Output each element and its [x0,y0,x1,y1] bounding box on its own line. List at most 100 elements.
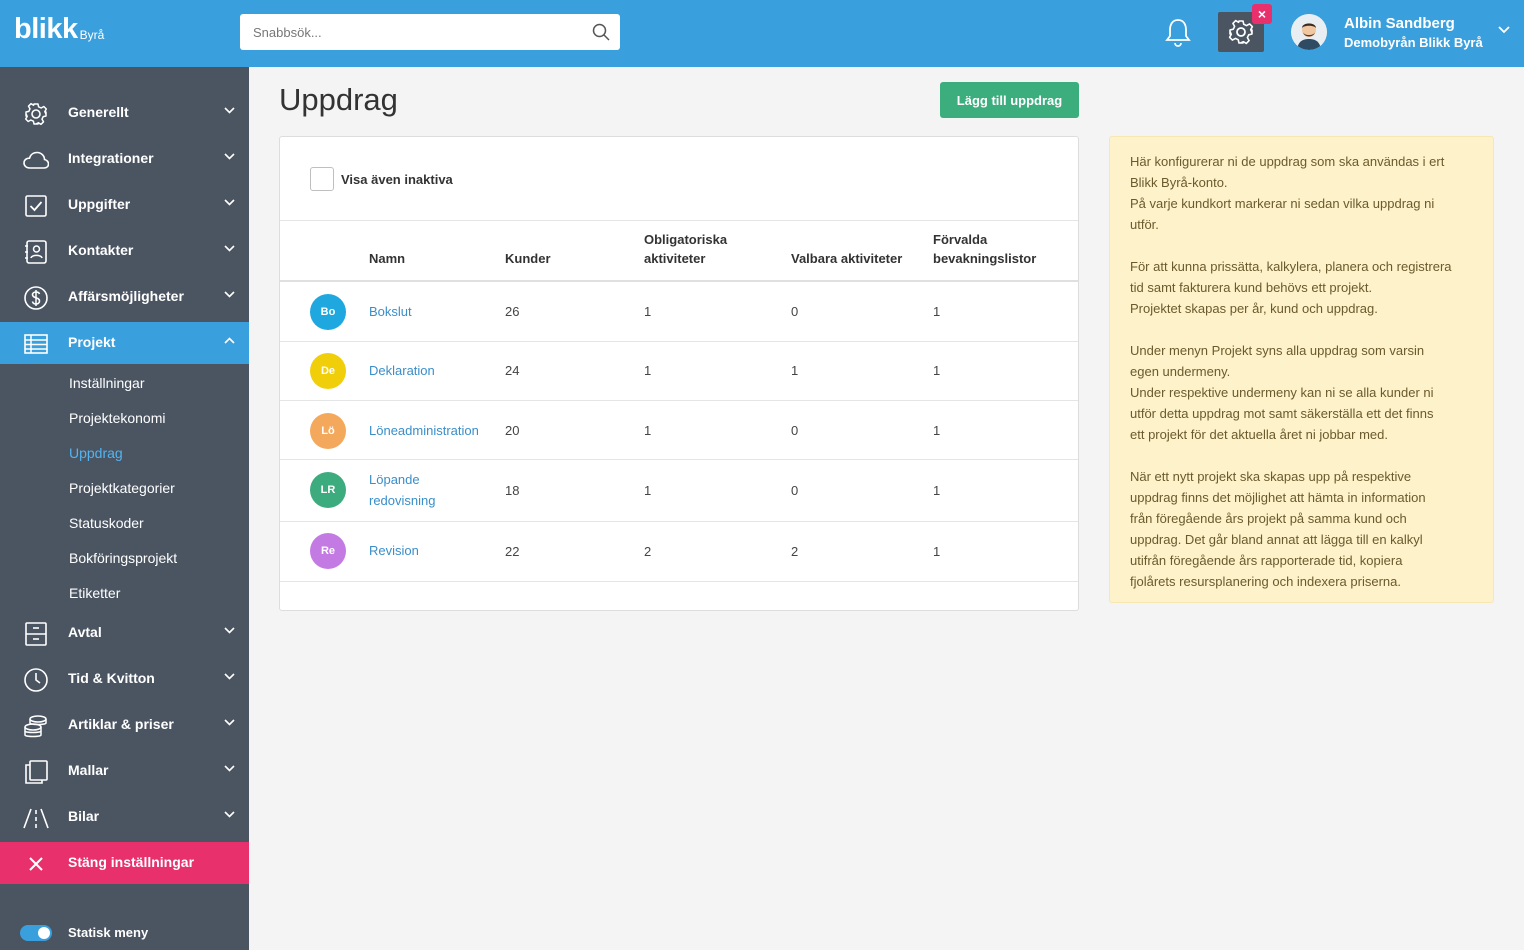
cell-customers: 18 [505,483,520,498]
add-assignment-button[interactable]: Lägg till uppdrag [940,82,1079,118]
info-line: Under menyn Projekt syns alla uppdrag so… [1130,343,1425,358]
chevron-down-icon [224,245,235,252]
chevron-down-icon [224,291,235,298]
clock-icon [24,668,48,692]
subitem-uppdrag[interactable]: Uppdrag [69,445,123,461]
subitem-statuskoder[interactable]: Statuskoder [69,515,144,531]
sidebar-item-label: Generellt [68,104,129,120]
info-line: När ett nytt projekt ska skapas upp på r… [1130,469,1412,484]
gear-icon [1228,19,1254,45]
search-icon[interactable] [592,23,610,41]
sidebar-item-mallar[interactable]: Mallar [0,750,249,792]
subitem-projektkategorier[interactable]: Projektkategorier [69,480,175,496]
assignment-name-link[interactable]: Löneadministration [369,420,479,441]
page-title: Uppdrag [279,82,398,117]
assignment-badge: LR [310,472,346,508]
cell-mandatory: 2 [644,544,652,559]
sidebar-item-artiklar-priser[interactable]: Artiklar & priser [0,704,249,746]
chevron-down-icon [224,811,235,818]
table-row: Bo Bokslut 26 1 0 1 [280,282,1078,341]
cell-default: 1 [933,304,941,319]
sidebar-item-uppgifter[interactable]: Uppgifter [0,184,249,226]
assignment-name-link[interactable]: Löpande redovisning [369,469,436,511]
chevron-down-icon [224,107,235,114]
sidebar-item-label: Affärsmöjligheter [68,288,184,304]
subitem-etiketter[interactable]: Etiketter [69,585,120,601]
info-line: Blikk Byrå-konto. [1130,175,1228,190]
dollar-icon [24,286,48,310]
sidebar-item-label: Kontakter [68,242,134,258]
logo-text: blikk [14,13,78,45]
assignment-name-link[interactable]: Deklaration [369,360,435,381]
subitem-projektekonomi[interactable]: Projektekonomi [69,410,166,426]
cell-default: 1 [933,363,941,378]
info-line: tid samt fakturera kund behövs ett proje… [1130,280,1373,295]
info-line: från föregående års projekt på samma kun… [1130,511,1407,526]
gear-icon [24,102,48,126]
sidebar-item-avtal[interactable]: Avtal [0,612,249,654]
assignment-name-line1: Löpande [369,472,420,487]
cloud-icon [23,151,49,169]
cell-default: 1 [933,423,941,438]
search-input[interactable] [240,14,570,50]
logo-sub: Byrå [79,28,105,42]
sidebar-item-kontakter[interactable]: Kontakter [0,230,249,272]
show-inactive-label[interactable]: Visa även inaktiva [341,172,453,187]
close-settings-label: Stäng inställningar [68,854,195,870]
cell-default: 1 [933,544,941,559]
sidebar-item-generellt[interactable]: Generellt [0,92,249,134]
cell-mandatory: 1 [644,363,652,378]
sidebar-item-tid-kvitton[interactable]: Tid & Kvitton [0,658,249,700]
sidebar-item-projekt[interactable]: Projekt [0,322,249,364]
col-header-mandatory-line2: aktiviteter [644,251,706,266]
assignment-name-link[interactable]: Revision [369,540,419,561]
assignment-name: Revision [369,543,419,558]
sidebar-item-label: Mallar [68,762,109,778]
info-line: utför. [1130,217,1159,232]
subitem-bokforingsprojekt[interactable]: Bokföringsprojekt [69,550,177,566]
info-box: Här konfigurerar ni de uppdrag som ska a… [1109,136,1494,603]
divider [280,220,1078,221]
table-row: De Deklaration 24 1 1 1 [280,342,1078,400]
close-settings-button[interactable]: Stäng inställningar [0,842,249,884]
sidebar-item-label: Bilar [68,808,100,824]
info-line: ett projekt för det aktuella året ni job… [1130,427,1388,442]
bell-icon[interactable] [1164,16,1192,48]
user-org[interactable]: Demobyrån Blikk Byrå [1344,35,1483,50]
cell-optional: 1 [791,363,799,378]
sidebar: Generellt Integrationer Uppgifter Kontak… [0,67,249,950]
chevron-down-icon[interactable] [1498,26,1510,34]
logo[interactable]: blikk Byrå [14,14,104,44]
chevron-down-icon [224,153,235,160]
sidebar-item-integrationer[interactable]: Integrationer [0,138,249,180]
assignment-name-line2: redovisning [369,493,436,508]
info-line: Under respektive undermeny kan ni se all… [1130,385,1434,400]
sidebar-item-affarsmojligheter[interactable]: Affärsmöjligheter [0,276,249,318]
info-line: uppdrag. Det går bland annat att lägga t… [1130,532,1423,547]
chevron-down-icon [224,719,235,726]
user-name[interactable]: Albin Sandberg [1344,15,1455,32]
assignment-badge: Lö [310,413,346,449]
subitem-installningar[interactable]: Inställningar [69,375,145,391]
info-line: utför detta uppdrag mot samt säkerställa… [1130,406,1434,421]
assignment-name-link[interactable]: Bokslut [369,301,412,322]
static-menu-toggle[interactable] [20,925,52,941]
cell-optional: 0 [791,304,799,319]
avatar[interactable] [1291,14,1327,50]
cell-mandatory: 1 [644,423,652,438]
assignments-card: Visa även inaktiva Namn Kunder Obligator… [279,136,1079,611]
row-divider [280,581,1078,582]
close-settings-badge[interactable]: × [1252,4,1272,24]
chevron-down-icon [224,627,235,634]
col-header-name: Namn [369,251,406,266]
info-line: På varje kundkort markerar ni sedan vilk… [1130,196,1435,211]
show-inactive-checkbox[interactable] [310,167,334,191]
sidebar-item-bilar[interactable]: Bilar [0,796,249,838]
table-row: Lö Löneadministration 20 1 0 1 [280,401,1078,459]
col-header-optional: Valbara aktiviteter [791,251,903,266]
cell-customers: 22 [505,544,520,559]
search-box [240,14,620,50]
